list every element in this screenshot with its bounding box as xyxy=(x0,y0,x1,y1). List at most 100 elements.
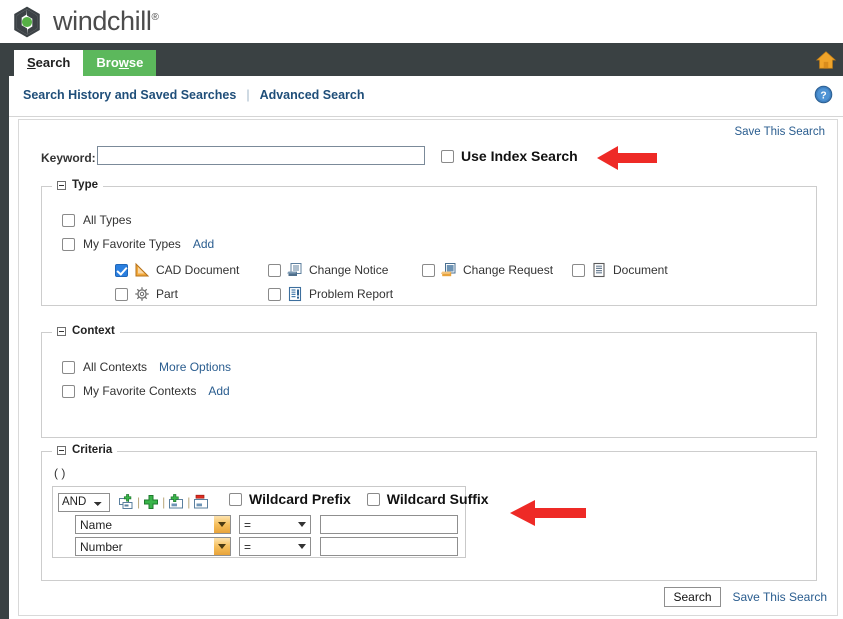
criteria-row-2-value-input[interactable] xyxy=(320,537,458,556)
change-notice-checkbox[interactable] xyxy=(268,264,281,277)
type-label-change-notice: Change Notice xyxy=(309,263,388,277)
change-request-icon xyxy=(441,262,457,278)
use-index-search-group[interactable]: Use Index Search xyxy=(441,146,578,166)
type-item-problem-report[interactable]: Problem Report xyxy=(268,286,393,302)
all-types-label: All Types xyxy=(83,213,131,227)
keyword-row: Keyword: Use Index Search xyxy=(19,146,839,174)
advanced-search-panel: Save This Search Keyword: Use Index Sear… xyxy=(18,119,838,616)
type-item-change-request[interactable]: Change Request xyxy=(422,262,553,278)
criteria-row-1-attribute-wrap: Name xyxy=(75,515,231,534)
cad-document-checkbox[interactable] xyxy=(115,264,128,277)
document-icon xyxy=(591,262,607,278)
use-index-search-checkbox[interactable] xyxy=(441,150,454,163)
my-favorite-contexts-add-link[interactable]: Add xyxy=(208,384,229,398)
context-legend-label: Context xyxy=(72,325,115,337)
type-label-part: Part xyxy=(156,287,178,301)
criteria-row-1-operator-select[interactable]: = xyxy=(239,515,311,534)
wildcard-suffix-checkbox[interactable] xyxy=(367,493,380,506)
type-legend: Type xyxy=(52,179,103,191)
brand-header: windchill® xyxy=(0,0,843,43)
home-icon[interactable] xyxy=(815,49,837,71)
criteria-collapse-icon[interactable] xyxy=(57,446,66,455)
criteria-legend-label: Criteria xyxy=(72,444,112,456)
criteria-toolbar: AND OR | | xyxy=(58,492,209,512)
criteria-row-1: Name = xyxy=(75,515,458,534)
tab-search[interactable]: Search xyxy=(14,50,83,76)
criteria-legend: Criteria xyxy=(52,444,117,456)
subnav-links: Search History and Saved Searches | Adva… xyxy=(23,88,364,102)
use-index-search-label: Use Index Search xyxy=(461,148,578,164)
criteria-row-2-operator-select[interactable]: = xyxy=(239,537,311,556)
problem-report-icon xyxy=(287,286,303,302)
keyword-label: Keyword: xyxy=(41,151,96,165)
brand-wordmark: windchill® xyxy=(53,6,158,37)
tab-list: Search Browse xyxy=(14,50,156,76)
wildcard-prefix-checkbox[interactable] xyxy=(229,493,242,506)
svg-text:?: ? xyxy=(820,90,826,101)
toolbar-separator-1: | xyxy=(137,495,140,509)
cad-document-icon xyxy=(134,262,150,278)
toolbar-separator-2: | xyxy=(162,495,165,509)
brand-trademark: ® xyxy=(151,12,158,23)
criteria-row-1-operator-wrap: = xyxy=(239,515,311,534)
type-item-change-notice[interactable]: Change Notice xyxy=(268,262,388,278)
toolbar-separator-3: | xyxy=(187,495,190,509)
my-favorite-types-row[interactable]: My Favorite Types Add xyxy=(62,237,214,251)
criteria-row-1-value-input[interactable] xyxy=(320,515,458,534)
more-options-link[interactable]: More Options xyxy=(159,360,231,374)
part-gear-icon xyxy=(134,286,150,302)
help-icon[interactable]: ? xyxy=(814,85,833,104)
type-legend-label: Type xyxy=(72,179,98,191)
type-item-document[interactable]: Document xyxy=(572,262,668,278)
all-types-row[interactable]: All Types xyxy=(62,213,131,227)
criteria-row-2: Number = xyxy=(75,537,458,556)
change-notice-icon xyxy=(287,262,303,278)
type-fieldset: Type All Types My Favorite Types Add CAD… xyxy=(41,186,817,306)
save-this-search-bottom-link[interactable]: Save This Search xyxy=(733,590,828,604)
type-label-change-request: Change Request xyxy=(463,263,553,277)
search-button[interactable]: Search xyxy=(664,587,720,607)
criteria-row-1-attribute-select[interactable]: Name xyxy=(75,515,231,534)
add-nested-group-icon[interactable] xyxy=(118,494,134,510)
type-label-cad-document: CAD Document xyxy=(156,263,239,277)
all-contexts-checkbox[interactable] xyxy=(62,361,75,374)
tab-search-label: earch xyxy=(36,55,71,70)
all-contexts-row[interactable]: All Contexts More Options xyxy=(62,360,231,374)
type-item-cad-document[interactable]: CAD Document xyxy=(115,262,239,278)
advanced-search-link[interactable]: Advanced Search xyxy=(260,88,365,102)
criteria-row-2-operator-wrap: = xyxy=(239,537,311,556)
panel-footer: Search Save This Search xyxy=(664,587,827,607)
wildcard-options: Wildcard Prefix Wildcard Suffix xyxy=(229,491,505,507)
remove-row-icon[interactable] xyxy=(193,494,209,510)
add-row-icon[interactable] xyxy=(168,494,184,510)
type-item-part[interactable]: Part xyxy=(115,286,178,302)
all-types-checkbox[interactable] xyxy=(62,214,75,227)
tab-browse[interactable]: Browse xyxy=(83,50,156,76)
windchill-advanced-search-page: windchill® Search Browse Search History … xyxy=(0,0,843,619)
my-favorite-contexts-label: My Favorite Contexts xyxy=(83,384,196,398)
my-favorite-types-add-link[interactable]: Add xyxy=(193,237,214,251)
keyword-input[interactable] xyxy=(97,146,425,165)
save-this-search-top-link[interactable]: Save This Search xyxy=(734,126,825,138)
subnav-separator: | xyxy=(246,88,249,102)
criteria-group-box: AND OR | | xyxy=(52,486,466,558)
context-fieldset: Context All Contexts More Options My Fav… xyxy=(41,332,817,438)
left-rail xyxy=(0,43,9,619)
type-collapse-icon[interactable] xyxy=(57,181,66,190)
my-favorite-types-checkbox[interactable] xyxy=(62,238,75,251)
add-criteria-icon[interactable] xyxy=(143,494,159,510)
my-favorite-contexts-row[interactable]: My Favorite Contexts Add xyxy=(62,384,230,398)
context-legend: Context xyxy=(52,325,120,337)
change-request-checkbox[interactable] xyxy=(422,264,435,277)
my-favorite-contexts-checkbox[interactable] xyxy=(62,385,75,398)
type-label-problem-report: Problem Report xyxy=(309,287,393,301)
criteria-row-2-attribute-select[interactable]: Number xyxy=(75,537,231,556)
criteria-logic-select[interactable]: AND OR xyxy=(58,493,110,512)
my-favorite-types-label: My Favorite Types xyxy=(83,237,181,251)
problem-report-checkbox[interactable] xyxy=(268,288,281,301)
part-checkbox[interactable] xyxy=(115,288,128,301)
context-collapse-icon[interactable] xyxy=(57,327,66,336)
search-history-link[interactable]: Search History and Saved Searches xyxy=(23,88,236,102)
type-label-document: Document xyxy=(613,263,668,277)
document-checkbox[interactable] xyxy=(572,264,585,277)
